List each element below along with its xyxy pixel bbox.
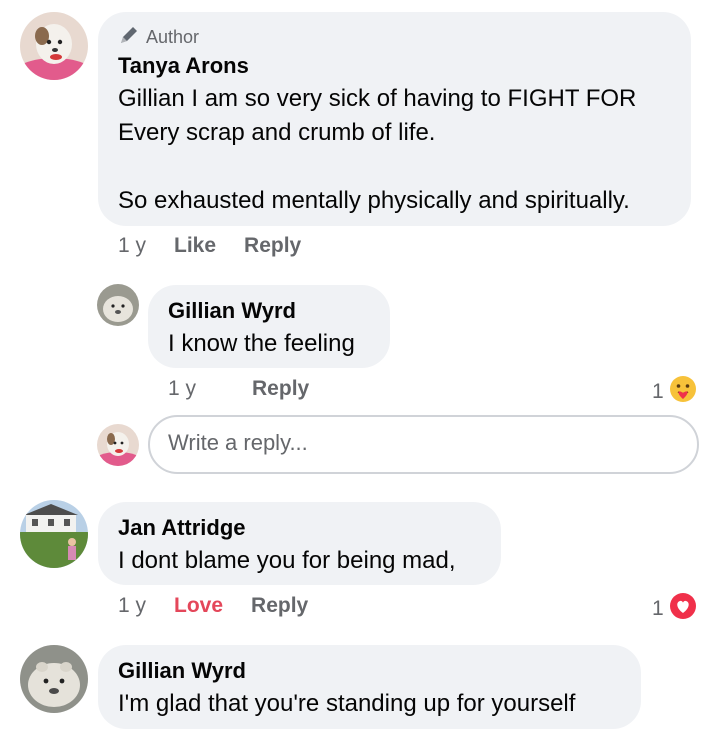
author-badge-label: Author — [146, 27, 200, 47]
reaction-count: 1 — [652, 380, 664, 403]
comment-author[interactable]: Gillian Wyrd — [118, 657, 246, 685]
reply-bubble-gillian: Gillian Wyrd I know the feeling — [148, 285, 390, 368]
heart-icon — [668, 591, 698, 627]
comment-author[interactable]: Gillian Wyrd — [168, 297, 296, 325]
avatar-gillian[interactable] — [97, 284, 139, 326]
reply-button[interactable]: Reply — [252, 377, 309, 401]
comment-text: I dont blame you for being mad, — [118, 547, 456, 574]
comment-bubble-tanya: Author Tanya Arons Gillian I am so very … — [98, 12, 691, 226]
care-emoji-icon — [668, 374, 698, 410]
avatar-jan[interactable] — [20, 500, 88, 568]
comment-text-line: Every scrap and crumb of life. — [118, 119, 436, 146]
reply-meta: 1 y Reply — [168, 377, 309, 401]
comment-meta: 1 y Love Reply — [118, 594, 308, 618]
comment-bubble-gillian: Gillian Wyrd I'm glad that you're standi… — [98, 645, 641, 729]
love-button[interactable]: Love — [174, 594, 223, 618]
author-badge: Author — [118, 24, 199, 51]
avatar-tanya[interactable] — [20, 12, 88, 80]
comment-text-line: So exhausted mentally physically and spi… — [118, 187, 630, 214]
reaction-summary[interactable]: 1 — [652, 374, 698, 410]
comment-author[interactable]: Jan Attridge — [118, 514, 246, 542]
comment-text: I'm glad that you're standing up for you… — [118, 690, 576, 717]
reply-button[interactable]: Reply — [251, 594, 308, 618]
comment-text: I know the feeling — [168, 330, 355, 357]
avatar-gillian[interactable] — [20, 645, 88, 713]
reply-button[interactable]: Reply — [244, 234, 301, 258]
comment-author[interactable]: Tanya Arons — [118, 52, 249, 80]
comment-text-line: Gillian I am so very sick of having to F… — [118, 85, 637, 112]
timestamp[interactable]: 1 y — [118, 234, 146, 258]
reply-placeholder: Write a reply... — [168, 430, 308, 455]
current-user-avatar — [97, 424, 139, 466]
comment-bubble-jan: Jan Attridge I dont blame you for being … — [98, 502, 501, 585]
timestamp[interactable]: 1 y — [118, 594, 146, 618]
timestamp[interactable]: 1 y — [168, 377, 196, 401]
like-button[interactable]: Like — [174, 234, 216, 258]
reaction-count: 1 — [652, 597, 664, 620]
comment-meta: 1 y Like Reply — [118, 234, 301, 258]
pen-icon — [118, 24, 140, 51]
reaction-summary[interactable]: 1 — [652, 591, 698, 627]
write-reply-input[interactable]: Write a reply... — [148, 415, 699, 474]
